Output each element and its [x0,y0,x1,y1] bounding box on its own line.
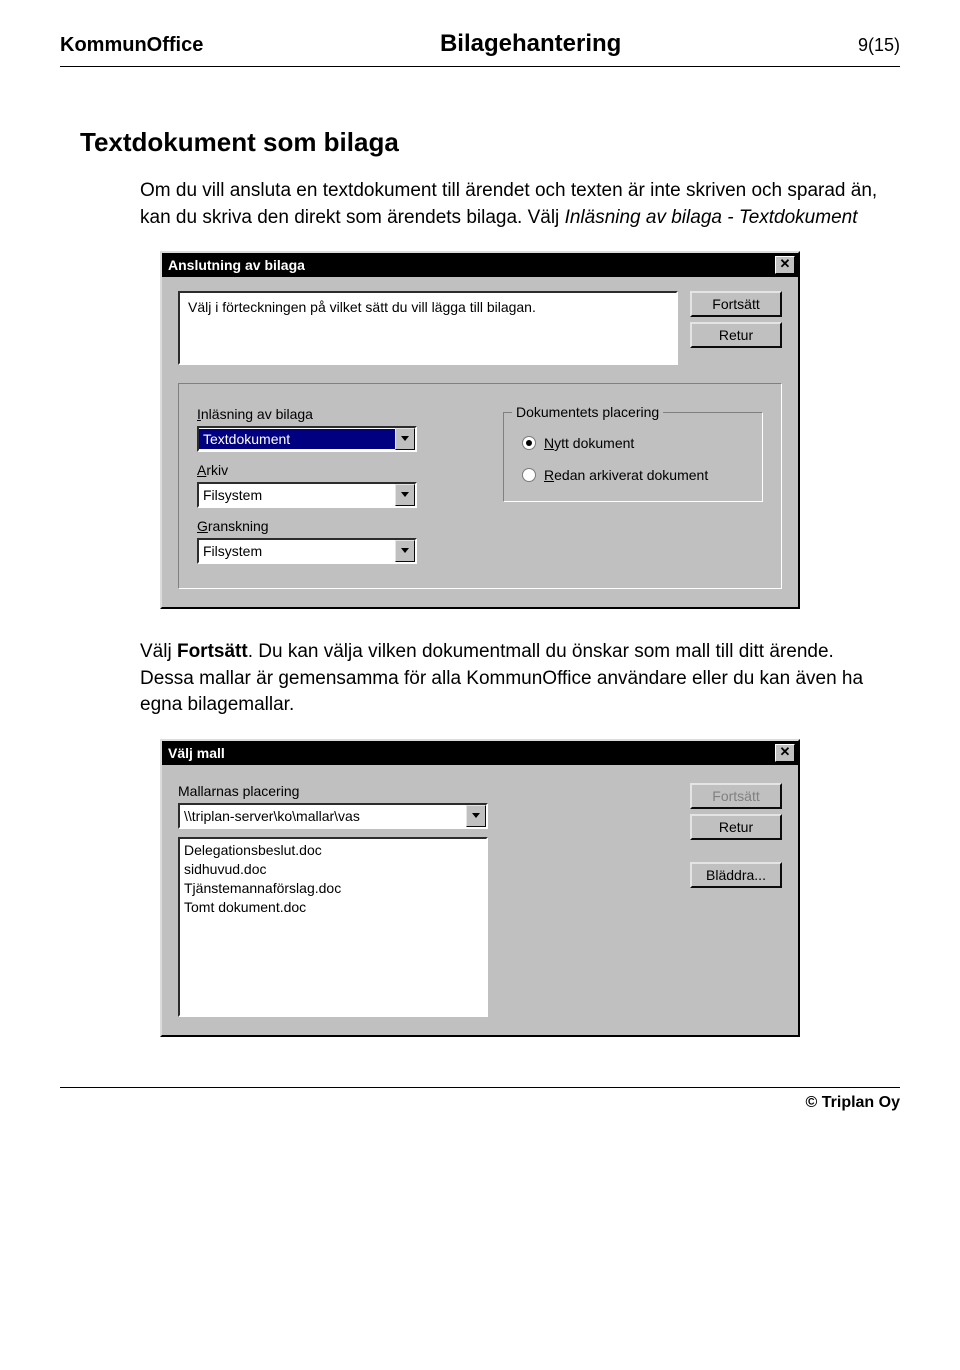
browse-button[interactable]: Bläddra... [690,862,782,888]
mall-path-combobox[interactable]: \\triplan-server\ko\mallar\vas [178,803,488,829]
titlebar: Välj mall ✕ [162,741,798,765]
mall-placering-label: Mallarnas placering [178,783,674,799]
footer-text: © Triplan Oy [806,1094,900,1111]
granskning-combobox[interactable]: Filsystem [197,538,417,564]
dialog-valj-mall: Välj mall ✕ Mallarnas placering \\tripla… [160,739,800,1037]
list-item[interactable]: sidhuvud.doc [184,860,482,879]
inlasning-value: Textdokument [199,429,395,449]
titlebar: Anslutning av bilaga ✕ [162,253,798,277]
chevron-down-icon[interactable] [395,540,415,562]
return-button[interactable]: Retur [690,814,782,840]
close-icon[interactable]: ✕ [775,744,795,762]
mid-part2: . Du kan välja vilken dokumentmall du ön… [140,641,863,715]
titlebar-text: Anslutning av bilaga [168,257,305,273]
titlebar-text: Välj mall [168,745,225,761]
section-title: Textdokument som bilaga [80,127,900,158]
continue-button[interactable]: Fortsätt [690,291,782,317]
return-button[interactable]: Retur [690,322,782,348]
radio-nytt-dokument[interactable]: Nytt dokument [522,435,748,451]
arkiv-combobox[interactable]: Filsystem [197,482,417,508]
radio-redan-arkiverat[interactable]: Redan arkiverat dokument [522,467,748,483]
granskning-value: Filsystem [199,541,395,561]
chevron-down-icon[interactable] [395,484,415,506]
page-header: KommunOffice Bilagehantering 9(15) [60,30,900,67]
instruction-text: Välj i förteckningen på vilket sätt du v… [178,291,678,365]
granskning-label: Granskning [197,518,477,534]
list-item[interactable]: Tomt dokument.doc [184,898,482,917]
mall-path-value: \\triplan-server\ko\mallar\vas [180,806,466,826]
list-item[interactable]: Tjänstemannaförslag.doc [184,879,482,898]
placement-groupbox: Dokumentets placering Nytt dokument Reda… [503,412,763,502]
list-item[interactable]: Delegationsbeslut.doc [184,841,482,860]
footer: © Triplan Oy [60,1087,900,1112]
radio-icon [522,436,536,450]
radio-icon [522,468,536,482]
mid-part1: Välj [140,641,177,662]
groupbox-title: Dokumentets placering [512,404,663,420]
header-title: Bilagehantering [440,30,621,58]
close-icon[interactable]: ✕ [775,256,795,274]
header-page: 9(15) [858,35,900,56]
inlasning-combobox[interactable]: Textdokument [197,426,417,452]
intro-italic: Inläsning av bilaga - Textdokument [565,207,858,228]
chevron-down-icon[interactable] [466,805,486,827]
mall-listbox[interactable]: Delegationsbeslut.doc sidhuvud.doc Tjäns… [178,837,488,1017]
header-product: KommunOffice [60,34,203,57]
intro-paragraph: Om du vill ansluta en textdokument till … [140,178,880,231]
form-area: Inläsning av bilaga Textdokument Arkiv F… [178,383,782,589]
dialog-anslutning-av-bilaga: Anslutning av bilaga ✕ Välj i förtecknin… [160,251,800,609]
continue-button[interactable]: Fortsätt [690,783,782,809]
arkiv-label: Arkiv [197,462,477,478]
chevron-down-icon[interactable] [395,428,415,450]
mid-paragraph: Välj Fortsätt. Du kan välja vilken dokum… [140,639,880,719]
inlasning-label: Inläsning av bilaga [197,406,477,422]
arkiv-value: Filsystem [199,485,395,505]
mid-bold: Fortsätt [177,641,248,662]
